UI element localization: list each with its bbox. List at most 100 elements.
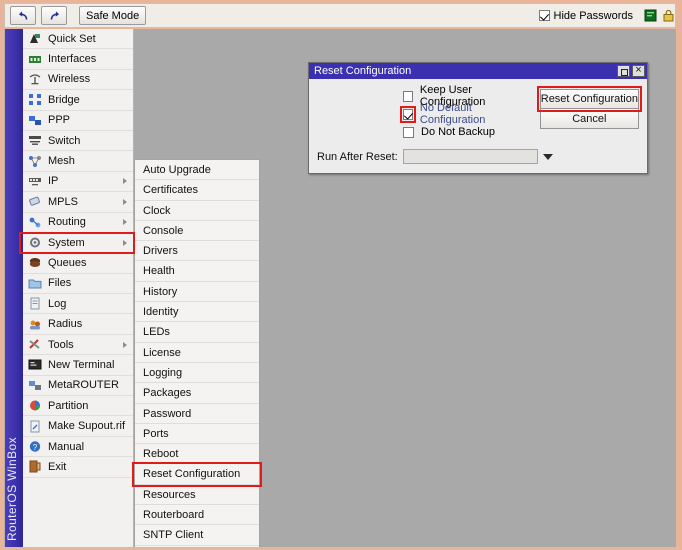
checkbox-row-keep-user-configuration[interactable]: Keep User Configuration [403, 84, 526, 108]
cancel-button[interactable]: Cancel [539, 109, 639, 129]
radius-icon [28, 318, 42, 331]
svg-text:?: ? [33, 443, 38, 452]
dialog-button-group: Reset Configuration Cancel [539, 87, 639, 129]
dialog-titlebar[interactable]: Reset Configuration [309, 63, 647, 79]
submenu-item-ports[interactable]: Ports [135, 424, 259, 445]
sidebar-item-interfaces[interactable]: Interfaces [23, 49, 133, 70]
sidebar-item-label: Wireless [48, 73, 91, 86]
sidebar-item-label: Queues [48, 256, 87, 269]
checkbox-no-default-configuration[interactable] [403, 108, 413, 120]
submenu-item-resources[interactable]: Resources [135, 485, 259, 506]
submenu-item-leds[interactable]: LEDs [135, 322, 259, 343]
submenu-item-packages[interactable]: Packages [135, 383, 259, 404]
hide-passwords-label: Hide Passwords [553, 9, 633, 22]
submenu-item-auto-upgrade[interactable]: Auto Upgrade [135, 160, 259, 181]
app-vertical-label: RouterOS WinBox [5, 436, 19, 541]
sidebar-item-tools[interactable]: Tools [23, 335, 133, 356]
submenu-item-identity[interactable]: Identity [135, 302, 259, 323]
safe-mode-button[interactable]: Safe Mode [79, 6, 147, 25]
sidebar-item-label: Mesh [48, 155, 75, 168]
sidebar-item-ppp[interactable]: PPP [23, 111, 133, 131]
checkbox-keep-user-configuration[interactable] [403, 90, 413, 102]
submenu-item-scheduler[interactable]: Scheduler [135, 546, 259, 547]
close-icon[interactable] [632, 64, 645, 77]
redo-arrow-icon[interactable] [41, 6, 67, 25]
sidebar-item-mpls[interactable]: MPLS [23, 192, 133, 213]
sidebar-item-system[interactable]: System [23, 233, 133, 254]
bridge-icon [28, 93, 42, 106]
run-after-reset-input[interactable] [402, 149, 538, 164]
sidebar-item-quick-set[interactable]: Quick Set [23, 29, 133, 50]
sidebar-item-ip[interactable]: IP [23, 172, 133, 193]
sidebar-item-exit[interactable]: Exit [23, 457, 133, 478]
checkbox-label: No Default Configuration [419, 102, 486, 126]
toolbar: Safe Mode Hide Passwords [4, 3, 676, 28]
sidebar-item-radius[interactable]: Radius [23, 314, 133, 335]
checkbox-row-no-default-configuration[interactable]: No Default Configuration [403, 102, 526, 126]
submenu-item-routerboard[interactable]: Routerboard [135, 505, 259, 526]
reset-configuration-dialog: Reset Configuration Keep User Configurat… [308, 62, 648, 174]
sidebar-item-files[interactable]: Files [23, 274, 133, 295]
sidebar-item-metarouter[interactable]: MetaROUTER [23, 376, 133, 397]
mpls-icon [28, 195, 42, 208]
submenu-item-clock[interactable]: Clock [135, 201, 259, 221]
safe-mode-label: Safe Mode [86, 9, 140, 22]
hide-passwords-control[interactable]: Hide Passwords [538, 9, 633, 22]
sidebar-item-partition[interactable]: Partition [23, 396, 133, 417]
submenu-item-drivers[interactable]: Drivers [135, 241, 259, 262]
submenu-arrow-icon [123, 341, 127, 348]
submenu-item-logging[interactable]: Logging [135, 363, 259, 384]
sidebar-item-label: Tools [48, 338, 74, 351]
maximize-icon[interactable] [617, 65, 630, 77]
checkbox-row-do-not-backup[interactable]: Do Not Backup [403, 125, 526, 139]
sidebar-item-label: Manual [48, 440, 85, 453]
green-terminal-icon [644, 9, 657, 22]
wireless-icon [28, 73, 42, 86]
chevron-down-icon[interactable] [542, 153, 553, 160]
sidebar-item-bridge[interactable]: Bridge [23, 90, 133, 111]
sidebar-item-queues[interactable]: Queues [23, 253, 133, 274]
reset-configuration-button[interactable]: Reset Configuration [539, 89, 639, 109]
sidebar-item-label: Quick Set [48, 32, 96, 45]
quick-set-icon [28, 32, 42, 45]
submenu-item-reboot[interactable]: Reboot [135, 444, 259, 465]
sidebar-item-routing[interactable]: Routing [23, 213, 133, 233]
ppp-icon [28, 114, 42, 127]
submenu-item-history[interactable]: History [135, 282, 259, 303]
manual-help-icon: ? [28, 440, 42, 453]
sidebar-item-log[interactable]: Log [23, 294, 133, 315]
sidebar-item-new-terminal[interactable]: New Terminal [23, 355, 133, 376]
submenu-item-sntp-client[interactable]: SNTP Client [135, 525, 259, 546]
undo-arrow-icon[interactable] [10, 6, 36, 25]
sidebar-item-label: System [48, 236, 85, 249]
terminal-icon [28, 358, 42, 371]
sidebar-item-label: Make Supout.rif [48, 420, 126, 433]
sidebar-item-mesh[interactable]: Mesh [23, 151, 133, 172]
supout-icon [28, 420, 42, 433]
dialog-top-row: Keep User Configuration No Default Config… [317, 84, 639, 139]
desktop-canvas: RouterOS WinBox Quick Set Interfaces Wirel… [4, 29, 676, 547]
submenu-item-console[interactable]: Console [135, 221, 259, 242]
submenu-item-license[interactable]: License [135, 343, 259, 363]
checkbox-do-not-backup[interactable] [403, 126, 414, 138]
sidebar-item-wireless[interactable]: Wireless [23, 70, 133, 91]
submenu-item-reset-configuration[interactable]: Reset Configuration [135, 464, 259, 485]
partition-icon [28, 399, 42, 412]
sidebar-item-make-supout-rif[interactable]: Make Supout.rif [23, 416, 133, 437]
sidebar-item-label: Bridge [48, 93, 80, 106]
sidebar-item-label: MetaROUTER [48, 379, 119, 392]
sidebar-item-label: Routing [48, 216, 86, 229]
submenu-item-password[interactable]: Password [135, 404, 259, 424]
sidebar-item-label: IP [48, 175, 59, 188]
submenu-item-health[interactable]: Health [135, 261, 259, 282]
window-frame: Safe Mode Hide Passwords RouterOS WinBox [0, 0, 682, 550]
sidebar-item-switch[interactable]: Switch [23, 131, 133, 152]
sidebar-item-manual[interactable]: ? Manual [23, 437, 133, 458]
submenu-arrow-icon [123, 178, 127, 185]
submenu-arrow-icon [123, 198, 127, 205]
submenu-arrow-icon [123, 239, 127, 246]
hide-passwords-checkbox[interactable] [538, 10, 550, 21]
sidebar-item-label: Radius [48, 318, 83, 331]
dialog-checkbox-group: Keep User Configuration No Default Config… [403, 84, 526, 139]
submenu-item-certificates[interactable]: Certificates [135, 180, 259, 201]
